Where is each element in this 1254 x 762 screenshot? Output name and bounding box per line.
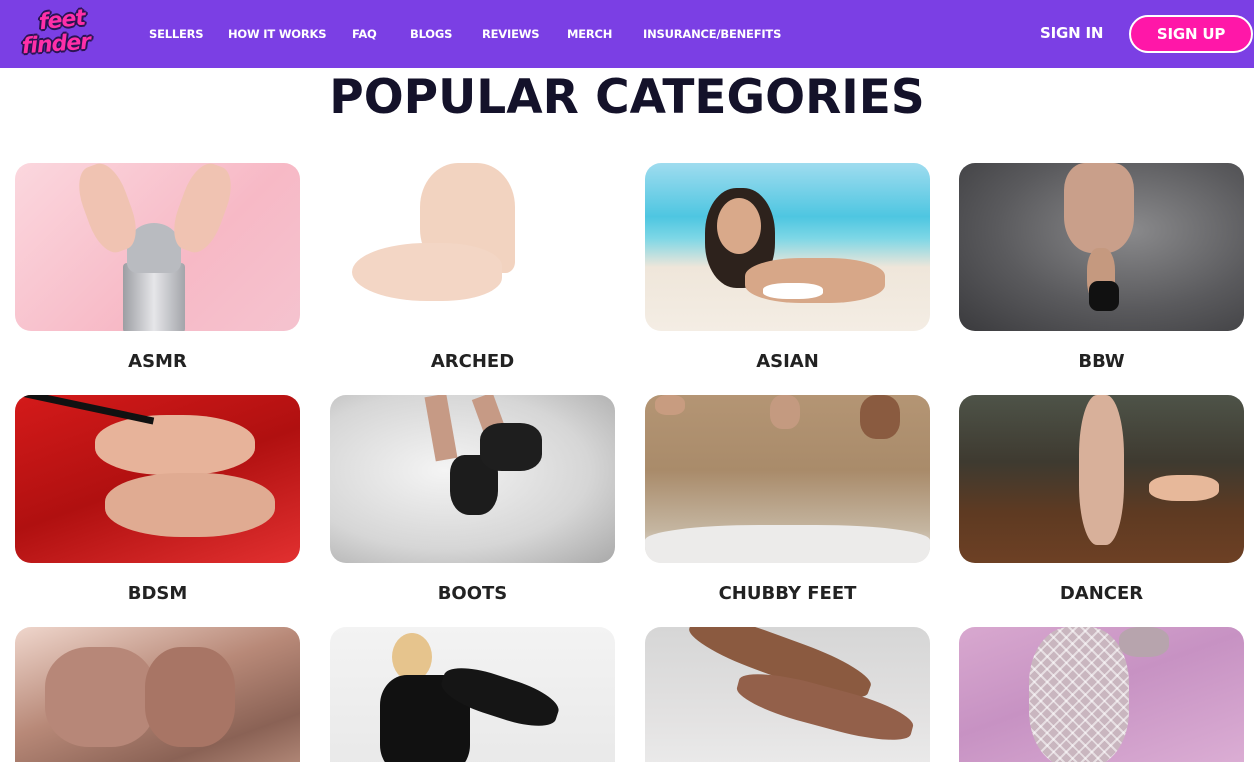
category-label: ARCHED [430,351,515,372]
category-image-boots [330,395,615,563]
category-label: ASMR [128,351,187,372]
category-label: BOOTS [437,583,508,604]
category-label: CHUBBY FEET [718,583,857,604]
sign-in-link[interactable]: SIGN IN [1040,24,1103,42]
nav-link-reviews[interactable]: REVIEWS [482,27,540,41]
nav-link-sellers[interactable]: SELLERS [149,27,204,41]
category-card-dancer[interactable]: DANCER [959,395,1244,615]
category-label: BBW [1078,351,1125,372]
category-card-row3-3[interactable] [645,627,930,762]
nav-link-blogs[interactable]: BLOGS [410,27,452,41]
category-card-row3-4[interactable] [959,627,1244,762]
category-image-arched [330,163,615,331]
category-image-chubby-feet [645,395,930,563]
category-image-asmr [15,163,300,331]
category-card-bbw[interactable]: BBW [959,163,1244,383]
category-card-asian[interactable]: ASIAN [645,163,930,383]
top-navbar: feet finder SELLERS HOW IT WORKS FAQ BLO… [0,0,1254,68]
nav-link-faq[interactable]: FAQ [352,27,377,41]
category-label: DANCER [1059,583,1144,604]
category-card-chubby-feet[interactable]: CHUBBY FEET [645,395,930,615]
category-card-asmr[interactable]: ASMR [15,163,300,383]
category-image-asian [645,163,930,331]
category-card-row3-2[interactable] [330,627,615,762]
nav-link-how-it-works[interactable]: HOW IT WORKS [228,27,327,41]
feetfinder-logo[interactable]: feet finder [14,6,98,60]
category-image-row3-2 [330,627,615,762]
category-card-bdsm[interactable]: BDSM [15,395,300,615]
logo-word-bottom: finder [21,29,91,60]
category-image-row3-3 [645,627,930,762]
category-image-row3-1 [15,627,300,762]
category-image-dancer [959,395,1244,563]
category-image-bdsm [15,395,300,563]
category-image-bbw [959,163,1244,331]
sign-up-button[interactable]: SIGN UP [1129,15,1253,53]
page-title: POPULAR CATEGORIES [329,70,925,125]
category-label: BDSM [127,583,188,604]
category-card-boots[interactable]: BOOTS [330,395,615,615]
category-label: ASIAN [756,351,819,372]
category-image-row3-4 [959,627,1244,762]
category-card-arched[interactable]: ARCHED [330,163,615,383]
nav-link-insurance-benefits[interactable]: INSURANCE/BENEFITS [643,27,781,41]
nav-link-merch[interactable]: MERCH [567,27,612,41]
category-card-row3-1[interactable] [15,627,300,762]
